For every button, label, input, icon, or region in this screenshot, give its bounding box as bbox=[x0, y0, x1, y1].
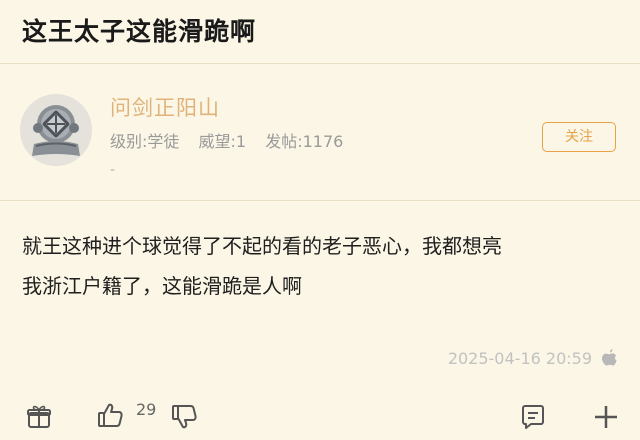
author-name[interactable]: 问剑正阳山 bbox=[110, 92, 220, 122]
post-line: 我浙江户籍了，这能滑跪是人啊 bbox=[22, 274, 302, 298]
action-bar: 29 bbox=[0, 395, 640, 440]
level-label: 级别: bbox=[110, 132, 148, 151]
prestige-label: 威望: bbox=[198, 132, 236, 151]
author-meta: 级别:学徒 威望:1 发帖:1176 bbox=[110, 128, 357, 152]
prestige-value: 1 bbox=[235, 132, 247, 151]
comment-icon[interactable] bbox=[519, 403, 547, 431]
author-posts: 发帖:1176 bbox=[265, 132, 343, 151]
author-level: 级别:学徒 bbox=[110, 132, 179, 151]
divider bbox=[0, 200, 640, 201]
diving-helmet-icon bbox=[20, 94, 92, 166]
follow-button[interactable]: 关注 bbox=[542, 122, 616, 152]
posts-value: 1176 bbox=[302, 132, 344, 151]
author-prestige: 威望:1 bbox=[199, 132, 247, 151]
thumbs-up-icon[interactable] bbox=[96, 401, 124, 429]
post-line: 就王这种进个球觉得了不起的看的老子恶心，我都想亮 bbox=[22, 234, 502, 258]
thread-title: 这王太子这能滑跪啊 bbox=[22, 17, 257, 46]
apple-icon bbox=[602, 349, 617, 366]
thumbs-down-icon[interactable] bbox=[170, 403, 198, 431]
avatar[interactable] bbox=[20, 94, 92, 166]
post-timestamp: 2025-04-16 20:59 bbox=[447, 349, 592, 368]
posts-label: 发帖: bbox=[265, 132, 303, 151]
gift-icon[interactable] bbox=[26, 403, 52, 429]
divider bbox=[0, 63, 640, 64]
level-value: 学徒 bbox=[147, 132, 180, 151]
author-signature: - bbox=[110, 162, 116, 178]
like-count: 29 bbox=[136, 400, 157, 419]
plus-icon[interactable] bbox=[592, 403, 620, 431]
post-body: 就王这种进个球觉得了不起的看的老子恶心，我都想亮 我浙江户籍了，这能滑跪是人啊 bbox=[22, 226, 628, 306]
author-block: 问剑正阳山 级别:学徒 威望:1 发帖:1176 - 关注 bbox=[0, 80, 640, 190]
